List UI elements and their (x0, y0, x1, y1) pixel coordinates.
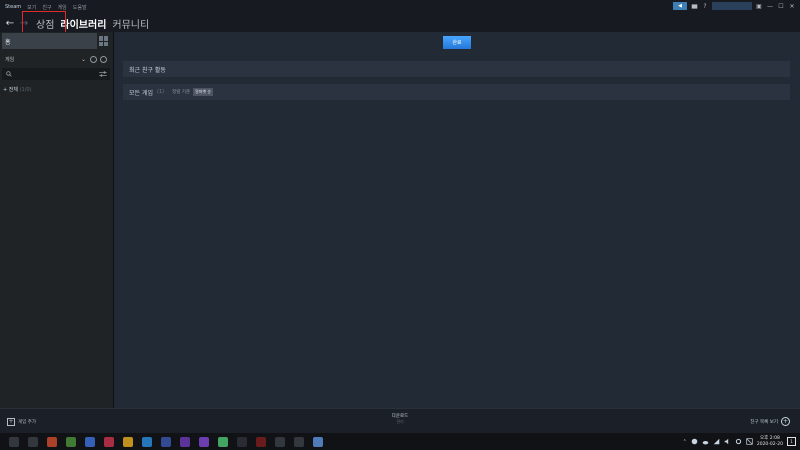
add-game-button[interactable]: + 게임 추가 (0, 409, 114, 434)
taskbar-app-icon[interactable] (313, 436, 323, 447)
minimize-button[interactable]: — (766, 2, 774, 10)
filter-dropdown[interactable]: 게임 ⌄ (2, 52, 110, 66)
taskbar-app-icon[interactable] (142, 436, 152, 447)
maximize-button[interactable]: ☐ (777, 2, 785, 10)
menu-help[interactable]: 도움말 (73, 4, 87, 11)
add-friend-icon: + (781, 417, 790, 426)
language-icon[interactable] (746, 438, 753, 445)
clock-icon[interactable] (90, 55, 97, 63)
chevron-up-icon[interactable]: ⌃ (683, 439, 687, 445)
downloads-button[interactable]: 다운로드 관리 (370, 413, 430, 425)
window-controls: ◀ ? ▣ — ☐ ✕ (673, 2, 796, 10)
filter-settings-icon[interactable] (99, 71, 107, 77)
taskbar-app-icon[interactable] (123, 436, 133, 447)
help-button[interactable]: ? (701, 2, 709, 10)
home-label: 홈 (5, 38, 11, 46)
done-button[interactable]: 완료 (443, 36, 471, 49)
tab-store[interactable]: 상점 (36, 16, 54, 31)
filter-label: 게임 (5, 56, 15, 63)
search-icon (6, 71, 12, 77)
clock[interactable]: 오후 2:08 2020-02-20 (757, 436, 783, 448)
sort-dropdown[interactable]: 알파벳 순 (193, 88, 214, 96)
taskbar-app-icon[interactable] (47, 436, 57, 447)
menu-friends[interactable]: 친구 (42, 4, 51, 11)
plus-icon: + (7, 417, 15, 426)
library-main: 완료 최근 친구 활동 모든 게임 (1) 정렬 기준 알파벳 순 (115, 32, 800, 408)
taskbar-icons (0, 436, 323, 447)
taskbar-app-icon[interactable] (275, 436, 285, 447)
tab-community[interactable]: 커뮤니티 (112, 16, 149, 31)
forward-arrow-icon[interactable]: → (18, 18, 30, 29)
bottom-bar: + 게임 추가 다운로드 관리 친구 목록 보기 + (0, 408, 800, 433)
taskbar-app-icon[interactable] (161, 436, 171, 447)
all-games-list-header[interactable]: + 전체 (1/0) (3, 86, 32, 93)
all-games-label: 모든 게임 (129, 89, 153, 97)
start-button[interactable] (9, 436, 19, 447)
menu-steam[interactable]: Steam (5, 4, 21, 10)
taskbar-app-icon[interactable] (256, 436, 266, 447)
menu-view[interactable]: 보기 (27, 4, 36, 11)
clock-date: 2020-02-20 (756, 441, 783, 447)
taskbar-app-icon[interactable] (218, 436, 228, 447)
big-picture-icon[interactable]: ▣ (755, 2, 763, 10)
network-icon[interactable] (713, 438, 720, 445)
recent-activity-label: 최근 친구 활동 (129, 66, 166, 74)
taskbar-app-icon[interactable] (66, 436, 76, 447)
announcement-button[interactable]: ◀ (673, 2, 687, 10)
all-games-shelf[interactable]: 모든 게임 (1) 정렬 기준 알파벳 순 (123, 84, 790, 100)
download-sub: 관리 (396, 419, 404, 424)
play-icon[interactable] (100, 55, 107, 63)
taskbar-app-icon[interactable] (237, 436, 247, 447)
sidebar: 홈 게임 ⌄ + 전체 (1/0) (0, 32, 114, 408)
taskbar-app-icon[interactable] (180, 436, 190, 447)
friends-label: 친구 목록 보기 (750, 419, 778, 425)
clock-time: 오후 2:08 (760, 435, 780, 441)
menu-games[interactable]: 게임 (58, 4, 67, 11)
cloud-icon[interactable] (702, 439, 709, 445)
tab-library[interactable]: 라이브러리 (60, 16, 106, 31)
taskbar-app-icon[interactable] (294, 436, 304, 447)
back-arrow-icon[interactable]: ← (4, 18, 16, 29)
search-icon[interactable] (28, 436, 38, 447)
notification-center-icon[interactable]: 1 (787, 437, 796, 446)
sort-label: 정렬 기준 (172, 90, 191, 95)
search-field[interactable] (2, 68, 110, 80)
friends-list-button[interactable]: 친구 목록 보기 + (750, 417, 790, 426)
taskbar-app-icon[interactable] (199, 436, 209, 447)
sidebar-home[interactable]: 홈 (2, 33, 97, 49)
notification-icon[interactable] (690, 2, 698, 10)
account-menu[interactable] (712, 2, 752, 10)
all-count: (1/0) (19, 87, 32, 93)
grid-view-icon[interactable] (99, 36, 109, 46)
taskbar-app-icon[interactable] (85, 436, 95, 447)
taskbar-app-icon[interactable] (104, 436, 114, 447)
chevron-down-icon: ⌄ (80, 55, 86, 63)
add-game-label: 게임 추가 (18, 419, 36, 425)
volume-icon[interactable] (724, 438, 731, 445)
all-games-count: (1) (157, 89, 165, 95)
all-label: + 전체 (3, 87, 18, 93)
close-button[interactable]: ✕ (788, 2, 796, 10)
steam-window: Steam 보기 친구 게임 도움말 ◀ ? ▣ — ☐ ✕ ← → 상점 라이… (0, 0, 800, 433)
steam-tray-icon[interactable] (691, 438, 698, 445)
settings-icon[interactable] (735, 438, 742, 445)
recent-friend-activity-shelf[interactable]: 최근 친구 활동 (123, 61, 790, 77)
nav-bar: ← → 상점 라이브러리 커뮤니티 (0, 14, 800, 32)
system-tray: ⌃ 오후 2:08 2020-02-20 1 (683, 433, 796, 450)
windows-taskbar: ⌃ 오후 2:08 2020-02-20 1 (0, 433, 800, 450)
